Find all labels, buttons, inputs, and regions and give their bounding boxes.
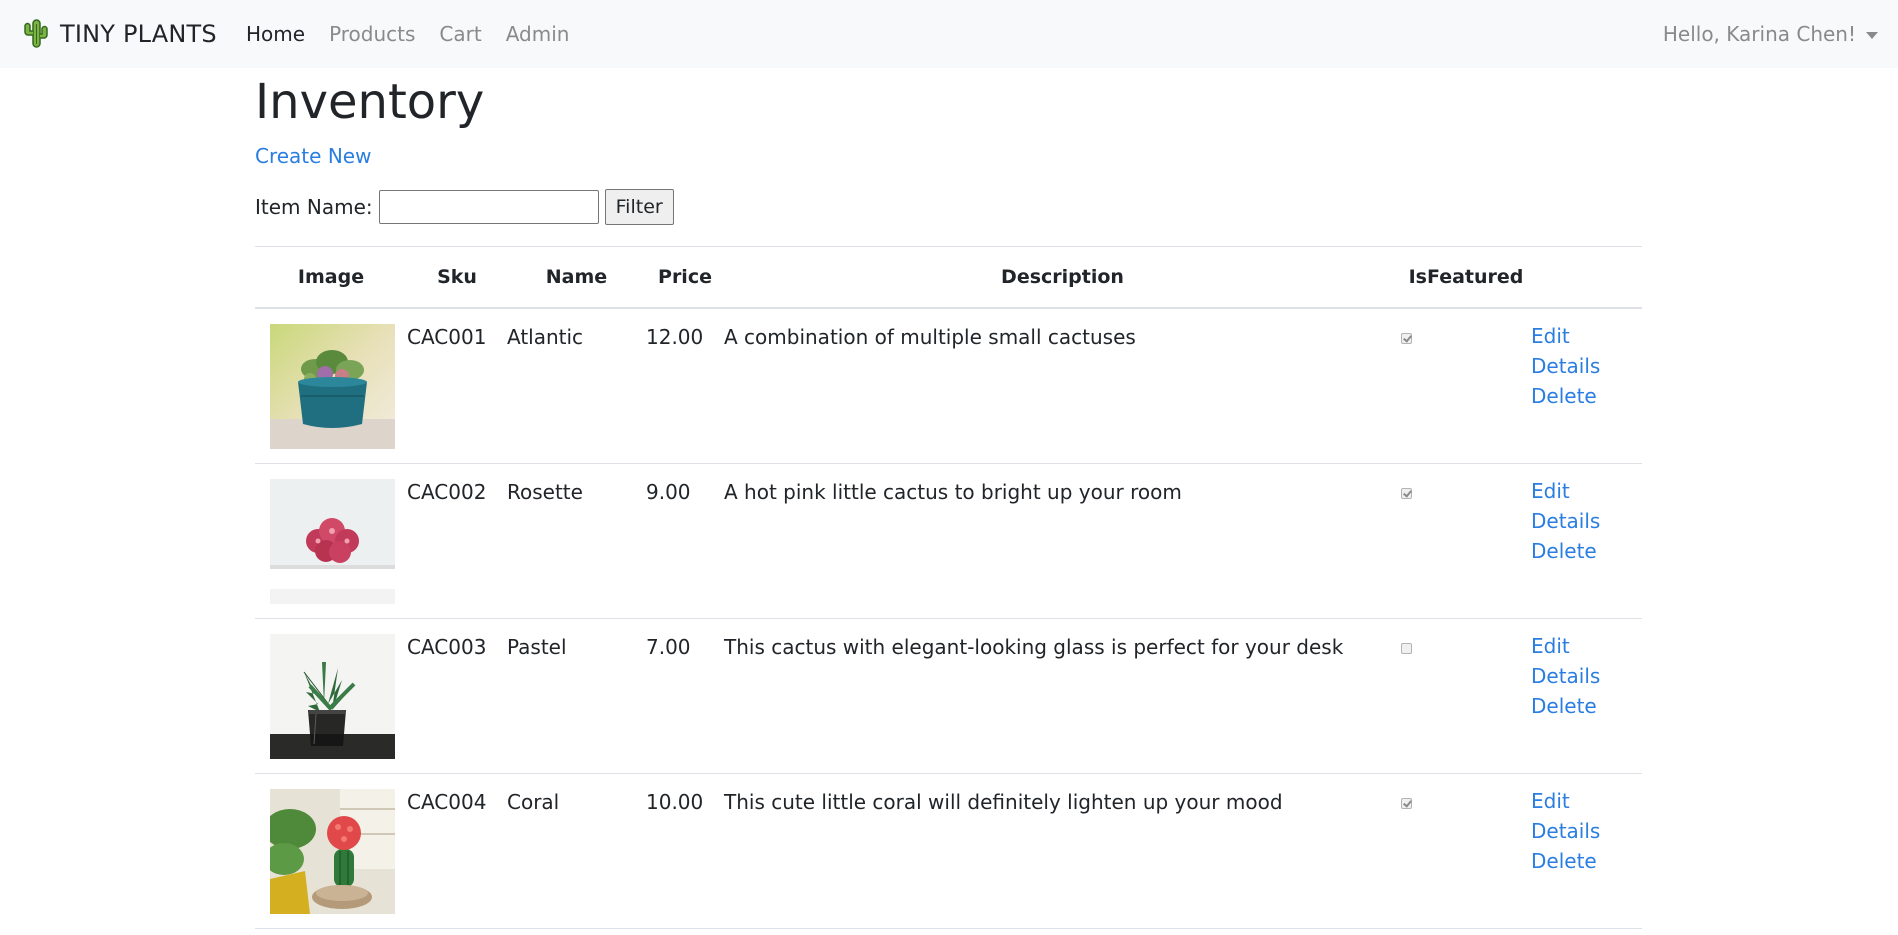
details-link[interactable]: Details bbox=[1531, 661, 1642, 691]
main-content: Inventory Create New Item Name: Filter I… bbox=[255, 68, 1642, 929]
row-actions: Edit Details Delete bbox=[1531, 618, 1642, 774]
inventory-table: Image Sku Name Price Description IsFeatu… bbox=[255, 246, 1642, 929]
delete-link[interactable]: Delete bbox=[1531, 691, 1642, 721]
user-menu-dropdown[interactable]: Hello, Karina Chen! bbox=[1663, 0, 1878, 68]
filter-form: Item Name: Filter bbox=[255, 188, 1642, 226]
cell-name: Rosette bbox=[507, 463, 646, 619]
row-actions: Edit Details Delete bbox=[1531, 308, 1642, 464]
header-image: Image bbox=[255, 246, 407, 309]
row-actions: Edit Details Delete bbox=[1531, 773, 1642, 929]
cell-price: 7.00 bbox=[646, 618, 724, 774]
details-link[interactable]: Details bbox=[1531, 506, 1642, 536]
edit-link[interactable]: Edit bbox=[1531, 786, 1642, 816]
create-new-link[interactable]: Create New bbox=[255, 144, 371, 168]
pink-cactus-white-pot-image bbox=[270, 478, 395, 604]
cell-price: 12.00 bbox=[646, 308, 724, 464]
cell-description: This cactus with elegant-looking glass i… bbox=[724, 618, 1401, 774]
delete-link[interactable]: Delete bbox=[1531, 536, 1642, 566]
nav-admin[interactable]: Admin bbox=[506, 22, 570, 46]
filter-button[interactable]: Filter bbox=[604, 189, 674, 225]
cell-sku: CAC004 bbox=[407, 773, 507, 929]
edit-link[interactable]: Edit bbox=[1531, 631, 1642, 661]
cell-description: A combination of multiple small cactuses bbox=[724, 308, 1401, 464]
navbar: TINY PLANTS Home Products Cart Admin Hel… bbox=[0, 0, 1898, 68]
details-link[interactable]: Details bbox=[1531, 816, 1642, 846]
edit-link[interactable]: Edit bbox=[1531, 476, 1642, 506]
succulent-pot-teal-image bbox=[270, 324, 395, 449]
isfeatured-checkbox bbox=[1401, 333, 1412, 344]
row-actions: Edit Details Delete bbox=[1531, 463, 1642, 619]
cell-name: Atlantic bbox=[507, 308, 646, 464]
header-description: Description bbox=[724, 246, 1401, 309]
cell-name: Coral bbox=[507, 773, 646, 929]
edit-link[interactable]: Edit bbox=[1531, 321, 1642, 351]
nav-cart[interactable]: Cart bbox=[439, 22, 481, 46]
details-link[interactable]: Details bbox=[1531, 351, 1642, 381]
delete-link[interactable]: Delete bbox=[1531, 846, 1642, 876]
table-row: CAC004 Coral 10.00 This cute little cora… bbox=[255, 773, 1642, 929]
cell-sku: CAC003 bbox=[407, 618, 507, 774]
header-sku: Sku bbox=[407, 246, 507, 309]
brand-link[interactable]: TINY PLANTS bbox=[22, 0, 217, 68]
nav-links: Home Products Cart Admin bbox=[246, 0, 593, 68]
cell-price: 9.00 bbox=[646, 463, 724, 619]
cell-sku: CAC002 bbox=[407, 463, 507, 619]
nav-products[interactable]: Products bbox=[329, 22, 415, 46]
cactus-glass-pot-image bbox=[270, 633, 395, 759]
table-row: CAC002 Rosette 9.00 A hot pink little ca… bbox=[255, 463, 1642, 619]
header-price: Price bbox=[646, 246, 724, 309]
delete-link[interactable]: Delete bbox=[1531, 381, 1642, 411]
table-row: CAC003 Pastel 7.00 This cactus with eleg… bbox=[255, 618, 1642, 774]
cell-sku: CAC001 bbox=[407, 308, 507, 464]
cactus-logo-icon bbox=[24, 19, 48, 48]
filter-label: Item Name: bbox=[255, 195, 373, 219]
isfeatured-checkbox bbox=[1401, 642, 1412, 654]
table-row: CAC001 Atlantic 12.00 A combination of m… bbox=[255, 308, 1642, 464]
item-name-input[interactable] bbox=[378, 190, 599, 224]
cell-description: This cute little coral will definitely l… bbox=[724, 773, 1401, 929]
header-actions bbox=[1531, 246, 1642, 309]
page-title: Inventory bbox=[255, 74, 485, 130]
user-greeting: Hello, Karina Chen! bbox=[1662, 22, 1856, 46]
table-header-row: Image Sku Name Price Description IsFeatu… bbox=[255, 246, 1642, 309]
chevron-down-icon bbox=[1866, 31, 1878, 39]
nav-home[interactable]: Home bbox=[246, 22, 305, 46]
cell-name: Pastel bbox=[507, 618, 646, 774]
header-name: Name bbox=[507, 246, 646, 309]
cell-description: A hot pink little cactus to bright up yo… bbox=[724, 463, 1401, 619]
cell-price: 10.00 bbox=[646, 773, 724, 929]
brand-name: TINY PLANTS bbox=[60, 20, 217, 48]
header-isfeatured: IsFeatured bbox=[1401, 246, 1531, 309]
red-moon-cactus-image bbox=[270, 788, 395, 914]
isfeatured-checkbox bbox=[1401, 797, 1412, 809]
isfeatured-checkbox bbox=[1401, 487, 1412, 499]
